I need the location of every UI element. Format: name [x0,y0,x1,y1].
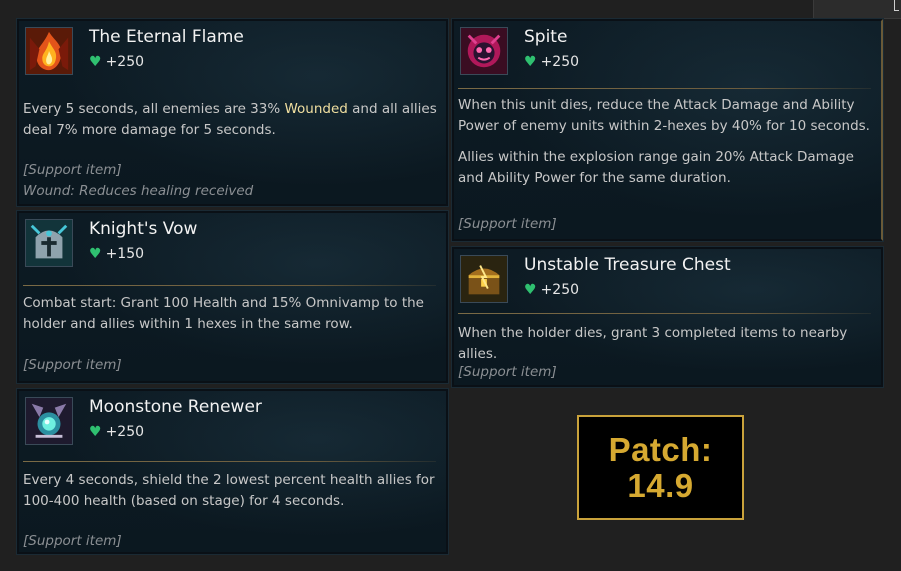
item-name: Moonstone Renewer [89,397,262,417]
patch-version: 14.9 [627,466,694,504]
support-item-note: [Support item] [23,162,122,178]
flame-icon [25,27,73,75]
item-name: Spite [524,27,568,47]
support-item-note: [Support item] [458,364,557,380]
divider [23,461,436,462]
item-description: Every 5 seconds, all enemies are 33% Wou… [23,99,442,141]
wounded-keyword: Wounded [284,101,348,117]
divider [23,285,436,286]
item-name: Knight's Vow [89,219,198,239]
knight-helmet-icon [25,219,73,267]
item-name: Unstable Treasure Chest [524,255,731,275]
item-card-moonstone-renewer: Moonstone Renewer ♥ +250 Every 4 seconds,… [16,388,449,555]
treasure-chest-icon [460,255,508,303]
cost-value: +150 [105,246,145,262]
item-cost: ♥ +250 [89,424,144,440]
desc-paragraph: Allies within the explosion range gain 2… [458,149,854,186]
patch-badge: Patch: 14.9 [577,415,744,520]
moonstone-icon [25,397,73,445]
support-item-note: [Support item] [23,357,122,373]
support-item-note: [Support item] [458,216,557,232]
divider [458,313,871,314]
item-cost: ♥ +250 [89,54,144,70]
heart-icon: ♥ [524,54,537,70]
item-cost: ♥ +250 [524,282,579,298]
patch-label: Patch: [608,430,713,468]
item-card-unstable-treasure-chest: Unstable Treasure Chest ♥ +250 When the h… [451,246,884,388]
support-item-note: [Support item] [23,533,122,549]
desc-text: Every 5 seconds, all enemies are 33% [23,101,285,117]
heart-icon: ♥ [524,282,537,298]
heart-icon: ♥ [89,424,102,440]
heart-icon: ♥ [89,246,102,262]
item-cost: ♥ +250 [524,54,579,70]
wound-note: Wound: Reduces healing received [23,183,254,199]
window-corner-control[interactable] [813,0,901,19]
heart-icon: ♥ [89,54,102,70]
corner-mark [894,0,899,11]
desc-paragraph: When this unit dies, reduce the Attack D… [458,97,870,134]
item-card-spite: Spite ♥ +250 When this unit dies, reduce … [451,18,884,242]
cost-value: +250 [105,54,145,70]
item-description: Combat start: Grant 100 Health and 15% O… [23,295,424,332]
spite-icon [460,27,508,75]
item-card-knights-vow: Knight's Vow ♥ +150 Combat start: Grant 1… [16,210,449,384]
cost-value: +250 [540,282,580,298]
item-card-eternal-flame: The Eternal Flame ♥ +250 Every 5 seconds,… [16,18,449,207]
item-cost: ♥ +150 [89,246,144,262]
item-description: When this unit dies, reduce the Attack D… [458,95,877,189]
cost-value: +250 [540,54,580,70]
item-name: The Eternal Flame [89,27,244,47]
cost-value: +250 [105,424,145,440]
divider [458,88,871,89]
item-description: Every 4 seconds, shield the 2 lowest per… [23,472,435,509]
item-description: When the holder dies, grant 3 completed … [458,325,848,362]
